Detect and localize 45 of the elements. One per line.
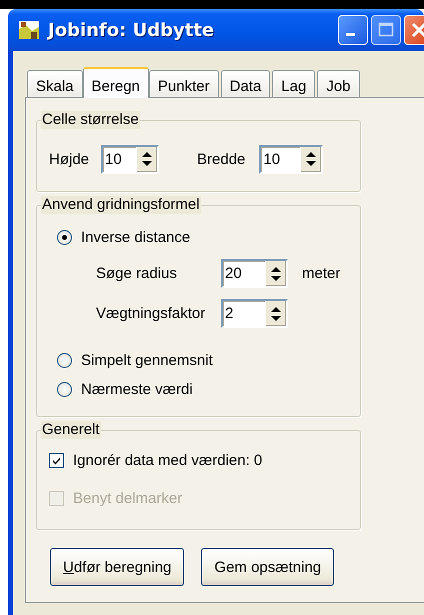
up-down-arrows-icon[interactable] [300, 146, 322, 172]
field-label: Bredde [197, 150, 246, 168]
spin-box[interactable]: 10 [101, 144, 160, 174]
spin-field[interactable]: 10 [261, 146, 300, 172]
group-title: Anvend gridningsformel [41, 196, 201, 214]
action-button[interactable]: Udfør beregning [50, 548, 184, 586]
radio-button[interactable] [57, 230, 72, 244]
minimize-button[interactable] [338, 15, 368, 45]
tab[interactable]: Beregn [82, 67, 149, 98]
option-label: Ignorér data med værdien: 0 [73, 452, 262, 468]
tab[interactable]: Job [317, 70, 360, 97]
tab[interactable]: Lag [272, 70, 316, 97]
checkbox[interactable] [49, 452, 64, 468]
tab[interactable]: Punkter [148, 70, 219, 97]
spin-box[interactable]: 20 [221, 259, 288, 288]
spin-field[interactable]: 10 [103, 146, 136, 172]
checkmark-icon [52, 456, 61, 464]
field-label: Søge radius [96, 265, 178, 282]
group-title: Generelt [41, 421, 101, 439]
spin-field[interactable]: 20 [223, 261, 265, 286]
option-label: Simpelt gennemsnit [81, 352, 213, 368]
up-down-arrows-icon[interactable] [265, 261, 286, 286]
unit-label: meter [302, 265, 340, 282]
maximize-icon [378, 22, 394, 38]
spin-field[interactable]: 2 [223, 301, 265, 326]
option-label: Nærmeste værdi [81, 380, 193, 398]
close-icon [411, 22, 424, 38]
maximize-button[interactable] [371, 15, 401, 45]
minimize-icon [346, 32, 354, 36]
tab[interactable]: Skala [27, 70, 83, 97]
field-label: Vægtningsfaktor [96, 305, 206, 322]
up-down-arrows-icon[interactable] [265, 301, 286, 326]
tab[interactable]: Data [220, 70, 270, 97]
radio-button[interactable] [57, 382, 72, 396]
option-label: Inverse distance [81, 228, 190, 246]
radio-button[interactable] [57, 352, 72, 368]
up-down-arrows-icon[interactable] [136, 146, 158, 172]
spin-box[interactable]: 10 [259, 144, 324, 174]
action-button[interactable]: Gem opsætning [201, 548, 334, 586]
group-title: Celle størrelse [41, 111, 140, 129]
window-title: Jobinfo: Udbytte [48, 20, 216, 40]
field-label: Højde [49, 150, 90, 168]
option-label: Benyt delmarker [73, 490, 182, 506]
spin-box[interactable]: 2 [221, 299, 288, 328]
app-icon [18, 19, 40, 41]
